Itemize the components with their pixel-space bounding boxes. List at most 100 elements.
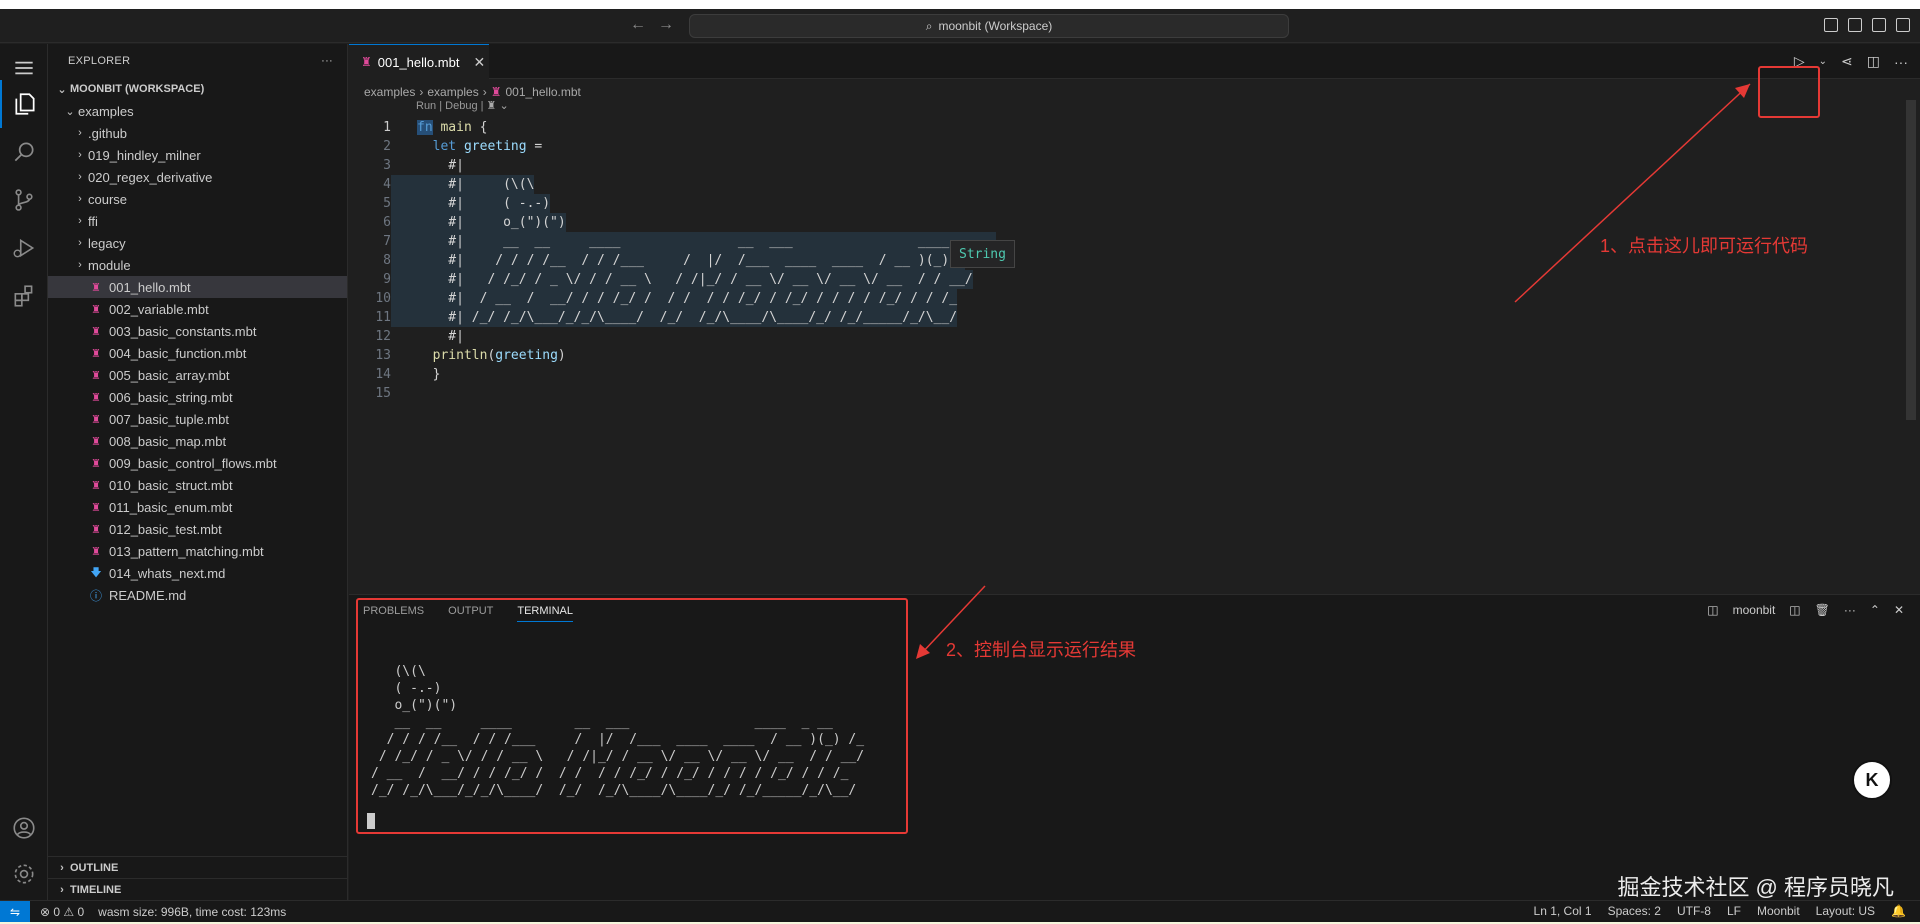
folder-label: module (88, 257, 131, 273)
source-control-icon[interactable] (0, 176, 48, 224)
code-line: 15 (375, 386, 391, 401)
toggle-panel-icon[interactable] (1848, 18, 1862, 32)
workspace-root[interactable]: ⌄ MOONBIT (WORKSPACE) (48, 78, 347, 100)
annotation-console-result: 2、控制台显示运行结果 (946, 640, 1137, 660)
moonbit-file-icon: ♜ (361, 55, 372, 69)
panel-actions: ◫ moonbit ◫ 🗑 ··· ⌃ ✕ (1707, 603, 1904, 617)
moonbit-file-icon: ♜ (91, 457, 101, 470)
search-activity-icon[interactable] (0, 128, 48, 176)
forward-arrow-icon[interactable]: → (658, 16, 674, 34)
folder-row[interactable]: › 019_hindley_milner (48, 144, 347, 166)
settings-gear-icon[interactable] (0, 850, 48, 898)
indentation[interactable]: Spaces: 2 (1608, 904, 1661, 918)
folder-row[interactable]: › ffi (48, 210, 347, 232)
toggle-sidebar-icon[interactable] (1824, 18, 1838, 32)
editor-scrollbar[interactable] (1906, 100, 1916, 420)
moonbit-file-icon: ♜ (91, 545, 101, 558)
moonbit-file-icon: ♜ (91, 281, 101, 294)
moonbit-file-icon: ♜ (91, 501, 101, 514)
run-debug-icon[interactable] (0, 224, 48, 272)
folder-label: legacy (88, 235, 126, 251)
breadcrumb-item[interactable]: 001_hello.mbt (505, 85, 580, 99)
folder-label: .github (88, 125, 128, 141)
breadcrumb-item[interactable]: examples (427, 85, 478, 99)
file-row[interactable]: ♜ 011_basic_enum.mbt (48, 496, 347, 518)
more-actions-icon[interactable]: ··· (1844, 603, 1856, 617)
file-row[interactable]: ♜ 010_basic_struct.mbt (48, 474, 347, 496)
chevron-right-icon: › (78, 171, 82, 183)
outline-section[interactable]: › OUTLINE (48, 856, 348, 878)
codelens-run-debug[interactable]: Run | Debug | ♜ ⌄ (416, 99, 509, 112)
floating-k-badge[interactable]: K (1852, 760, 1892, 800)
extensions-icon[interactable] (0, 272, 48, 320)
file-row[interactable]: ♜ 007_basic_tuple.mbt (48, 408, 347, 430)
chevron-right-icon: › (78, 149, 82, 161)
layout-controls (1824, 18, 1910, 32)
more-actions-icon[interactable]: ··· (1894, 54, 1908, 70)
moonbit-file-icon: ♜ (91, 523, 101, 536)
folder-row[interactable]: › module (48, 254, 347, 276)
problems-count[interactable]: ⊗ 0 ⚠ 0 (40, 905, 84, 919)
file-row[interactable]: ♜ 013_pattern_matching.mbt (48, 540, 347, 562)
timeline-section[interactable]: › TIMELINE (48, 878, 348, 900)
code-editor[interactable]: 1 fn main { 2 let greeting = 3 #| 4 #| (\… (349, 118, 1909, 403)
file-label: 001_hello.mbt (109, 279, 191, 295)
back-arrow-icon[interactable]: ← (630, 16, 646, 34)
keyboard-layout[interactable]: Layout: US (1816, 904, 1875, 918)
chevron-down-icon[interactable]: ⌄ (1819, 56, 1827, 67)
customize-layout-icon[interactable] (1896, 18, 1910, 32)
file-row[interactable]: ♜ 002_variable.mbt (48, 298, 347, 320)
toggle-secondary-sidebar-icon[interactable] (1872, 18, 1886, 32)
remote-icon[interactable]: ⇋ (0, 900, 30, 923)
moonbit-file-icon: ♜ (91, 391, 101, 404)
code-line: 5 #| ( -.-) (383, 194, 551, 213)
account-icon[interactable] (0, 804, 48, 852)
tab-001-hello[interactable]: ♜ 001_hello.mbt ✕ (349, 44, 489, 79)
breadcrumb-item[interactable]: examples (364, 85, 415, 99)
folder-row[interactable]: › 020_regex_derivative (48, 166, 347, 188)
cursor-position[interactable]: Ln 1, Col 1 (1534, 904, 1592, 918)
encoding[interactable]: UTF-8 (1677, 904, 1711, 918)
file-row[interactable]: ♜ 005_basic_array.mbt (48, 364, 347, 386)
line-ending[interactable]: LF (1727, 904, 1741, 918)
split-editor-icon[interactable]: ◫ (1867, 53, 1880, 70)
file-row[interactable]: ♜ 008_basic_map.mbt (48, 430, 347, 452)
chevron-right-icon: › (78, 259, 82, 271)
moonbit-file-icon: ♜ (490, 85, 502, 99)
share-icon[interactable]: ⋖ (1841, 53, 1853, 70)
folder-row[interactable]: › course (48, 188, 347, 210)
close-icon[interactable]: ✕ (1894, 603, 1904, 617)
command-center-search[interactable]: ⌕ moonbit (Workspace) (689, 14, 1289, 38)
file-row[interactable]: ⓘ README.md (48, 584, 347, 606)
folder-examples[interactable]: ⌄ examples (48, 100, 347, 122)
type-hover-tooltip: String (950, 240, 1015, 268)
trash-icon[interactable]: 🗑 (1815, 603, 1830, 617)
file-label: 012_basic_test.mbt (109, 521, 222, 537)
command-center-text: moonbit (Workspace) (938, 19, 1053, 33)
close-icon[interactable]: ✕ (473, 54, 485, 71)
file-row[interactable]: ♜ 003_basic_constants.mbt (48, 320, 347, 342)
file-label: 009_basic_control_flows.mbt (109, 455, 277, 471)
file-row[interactable]: 🡇 014_whats_next.md (48, 562, 347, 584)
folder-row[interactable]: › .github (48, 122, 347, 144)
search-icon: ⌕ (925, 18, 933, 33)
file-row[interactable]: ♜ 006_basic_string.mbt (48, 386, 347, 408)
file-row[interactable]: ♜ 012_basic_test.mbt (48, 518, 347, 540)
file-row[interactable]: ♜ 004_basic_function.mbt (48, 342, 347, 364)
language-mode[interactable]: Moonbit (1757, 904, 1800, 918)
file-label: 006_basic_string.mbt (109, 389, 233, 405)
bell-icon[interactable]: 🔔 (1891, 904, 1906, 918)
terminal-name[interactable]: moonbit (1733, 603, 1776, 617)
folder-row[interactable]: › legacy (48, 232, 347, 254)
explorer-icon[interactable] (0, 80, 48, 128)
chevron-right-icon: › (60, 861, 64, 874)
maximize-panel-icon[interactable]: ⌃ (1870, 603, 1880, 617)
chevron-right-icon: › (419, 85, 424, 99)
file-row[interactable]: ♜ 001_hello.mbt (48, 276, 347, 298)
outline-label: OUTLINE (70, 861, 119, 874)
file-row[interactable]: ♜ 009_basic_control_flows.mbt (48, 452, 347, 474)
split-terminal-icon[interactable]: ◫ (1789, 603, 1800, 617)
more-actions-icon[interactable]: ··· (321, 55, 333, 67)
file-label: 002_variable.mbt (109, 301, 209, 317)
file-label: 004_basic_function.mbt (109, 345, 247, 361)
